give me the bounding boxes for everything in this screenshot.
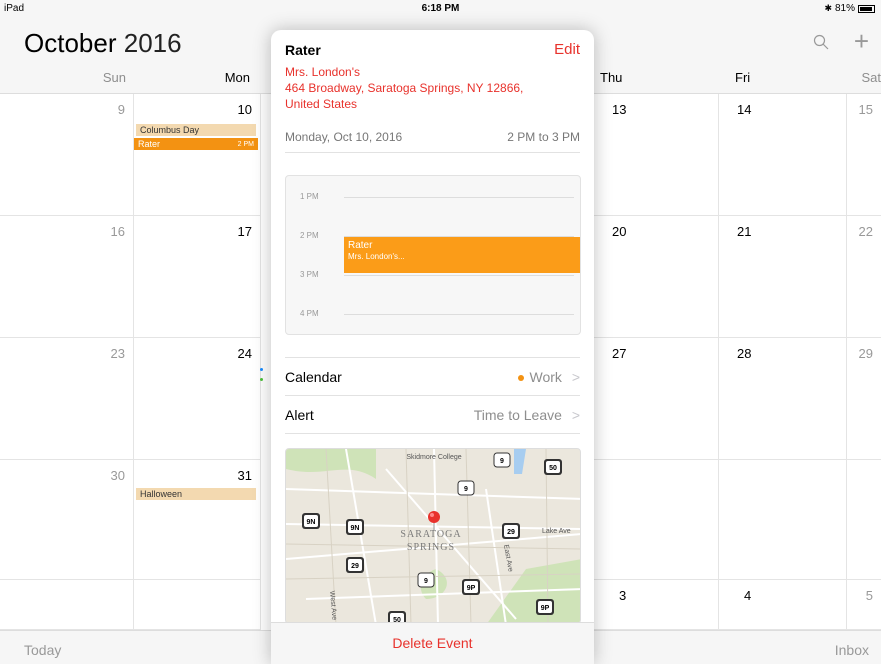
alert-row[interactable]: Alert Time to Leave > (285, 396, 580, 434)
day-cell[interactable]: 20 (594, 216, 719, 338)
day-cell[interactable]: 15 (847, 94, 881, 216)
timeline-event[interactable]: Rater Mrs. London's... (344, 237, 580, 273)
edit-button[interactable]: Edit (554, 41, 580, 58)
day-cell[interactable]: 5 (847, 580, 881, 630)
day-cell[interactable]: 9 (0, 94, 134, 216)
day-cell[interactable]: 14 (719, 94, 847, 216)
svg-text:50: 50 (549, 465, 557, 472)
svg-text:9N: 9N (307, 519, 316, 526)
day-cell[interactable]: 17 (134, 216, 261, 338)
battery-percent: 81% (834, 3, 855, 14)
svg-text:9P: 9P (467, 585, 476, 592)
divider (285, 433, 580, 434)
route-shield: 29 (502, 523, 520, 539)
alert-label: Alert (285, 407, 314, 423)
day-cell[interactable]: 16 (0, 216, 134, 338)
route-shield: 9 (457, 480, 475, 496)
inbox-button[interactable]: Inbox (835, 642, 869, 658)
battery-icon (858, 4, 875, 13)
event-rater[interactable]: Rater 2 PM (134, 138, 258, 150)
calendar-value: Work > (517, 369, 580, 385)
event-date: Monday, Oct 10, 2016 (285, 130, 403, 144)
day-cell[interactable]: 29 (847, 338, 881, 460)
route-shield: 9P (462, 579, 480, 595)
status-bar: iPad 6:18 PM ✱ 81% (0, 0, 881, 20)
location-map[interactable]: Skidmore College SARATOGA SPRINGS Lake A… (285, 448, 581, 624)
day-cell[interactable]: 28 (719, 338, 847, 460)
chevron-right-icon: > (571, 407, 580, 423)
hour-label: 1 PM (300, 192, 319, 201)
svg-text:9: 9 (424, 578, 428, 585)
day-cell[interactable]: 23 (0, 338, 134, 460)
day-cell[interactable]: 22 (847, 216, 881, 338)
day-cell[interactable]: 10 Columbus Day Rater 2 PM (134, 94, 261, 216)
day-cell[interactable] (134, 580, 261, 630)
day-cell[interactable]: 27 (594, 338, 719, 460)
svg-text:29: 29 (351, 563, 359, 570)
calendar-row[interactable]: Calendar Work > (285, 358, 580, 396)
day-cell[interactable] (719, 460, 847, 580)
map-label-city-2: SPRINGS (407, 542, 455, 553)
weekday-sun: Sun (102, 70, 126, 85)
route-shield: 50 (544, 459, 562, 475)
weekday-fri: Fri (735, 70, 751, 85)
weekday-thu: Thu (600, 70, 623, 85)
event-time: 2 PM to 3 PM (507, 130, 580, 144)
day-timeline[interactable]: 1 PM 2 PM 3 PM 4 PM Rater Mrs. London's.… (285, 175, 581, 335)
chevron-right-icon: > (571, 369, 580, 385)
svg-text:29: 29 (507, 529, 515, 536)
event-location[interactable]: Mrs. London's 464 Broadway, Saratoga Spr… (285, 64, 575, 112)
event-halloween[interactable]: Halloween (136, 488, 256, 500)
route-shield: 29 (346, 557, 364, 573)
svg-text:9: 9 (464, 486, 468, 493)
delete-event-bar: Delete Event (271, 622, 594, 664)
alert-value: Time to Leave > (473, 407, 580, 423)
weekday-sat: Sat (861, 70, 881, 85)
event-detail-popover: Rater Edit Mrs. London's 464 Broadway, S… (271, 30, 594, 664)
event-columbus-day[interactable]: Columbus Day (136, 124, 256, 136)
today-button[interactable]: Today (24, 642, 61, 658)
svg-text:9P: 9P (541, 605, 550, 612)
delete-event-button[interactable]: Delete Event (392, 635, 472, 651)
hour-label: 4 PM (300, 309, 319, 318)
day-cell[interactable] (594, 460, 719, 580)
route-shield: 9N (346, 519, 364, 535)
plus-icon[interactable]: + (854, 26, 869, 57)
divider (285, 152, 580, 153)
map-label-college: Skidmore College (406, 454, 461, 461)
day-cell[interactable]: 24 (134, 338, 263, 460)
route-shield: 9P (536, 599, 554, 615)
day-cell[interactable]: 3 (594, 580, 719, 630)
calendar-label: Calendar (285, 369, 342, 385)
map-label-road: Lake Ave (542, 528, 571, 535)
day-cell[interactable]: 21 (719, 216, 847, 338)
bluetooth-icon: ✱ (824, 3, 832, 13)
day-cell[interactable]: 13 (594, 94, 719, 216)
route-shield: 9 (493, 452, 511, 468)
status-time: 6:18 PM (421, 3, 460, 14)
month-title: October 2016 (24, 28, 182, 58)
hour-label: 3 PM (300, 270, 319, 279)
calendar-color-dot (517, 375, 524, 382)
day-cell[interactable]: 30 (0, 460, 134, 580)
search-icon[interactable] (813, 30, 829, 56)
svg-text:9: 9 (500, 458, 504, 465)
svg-text:9N: 9N (351, 525, 360, 532)
day-cell[interactable]: 31 Halloween (134, 460, 261, 580)
day-cell[interactable] (847, 460, 881, 580)
event-title: Rater (285, 42, 321, 58)
map-drawing: Skidmore College SARATOGA SPRINGS Lake A… (286, 449, 580, 623)
map-label-city-1: SARATOGA (400, 529, 461, 540)
event-dot (260, 378, 263, 381)
event-dot (260, 368, 263, 371)
day-cell[interactable] (0, 580, 134, 630)
route-shield: 9 (417, 572, 435, 588)
hour-label: 2 PM (300, 231, 319, 240)
route-shield: 9N (302, 513, 320, 529)
weekday-mon: Mon (224, 70, 250, 85)
day-cell[interactable]: 4 (719, 580, 847, 630)
